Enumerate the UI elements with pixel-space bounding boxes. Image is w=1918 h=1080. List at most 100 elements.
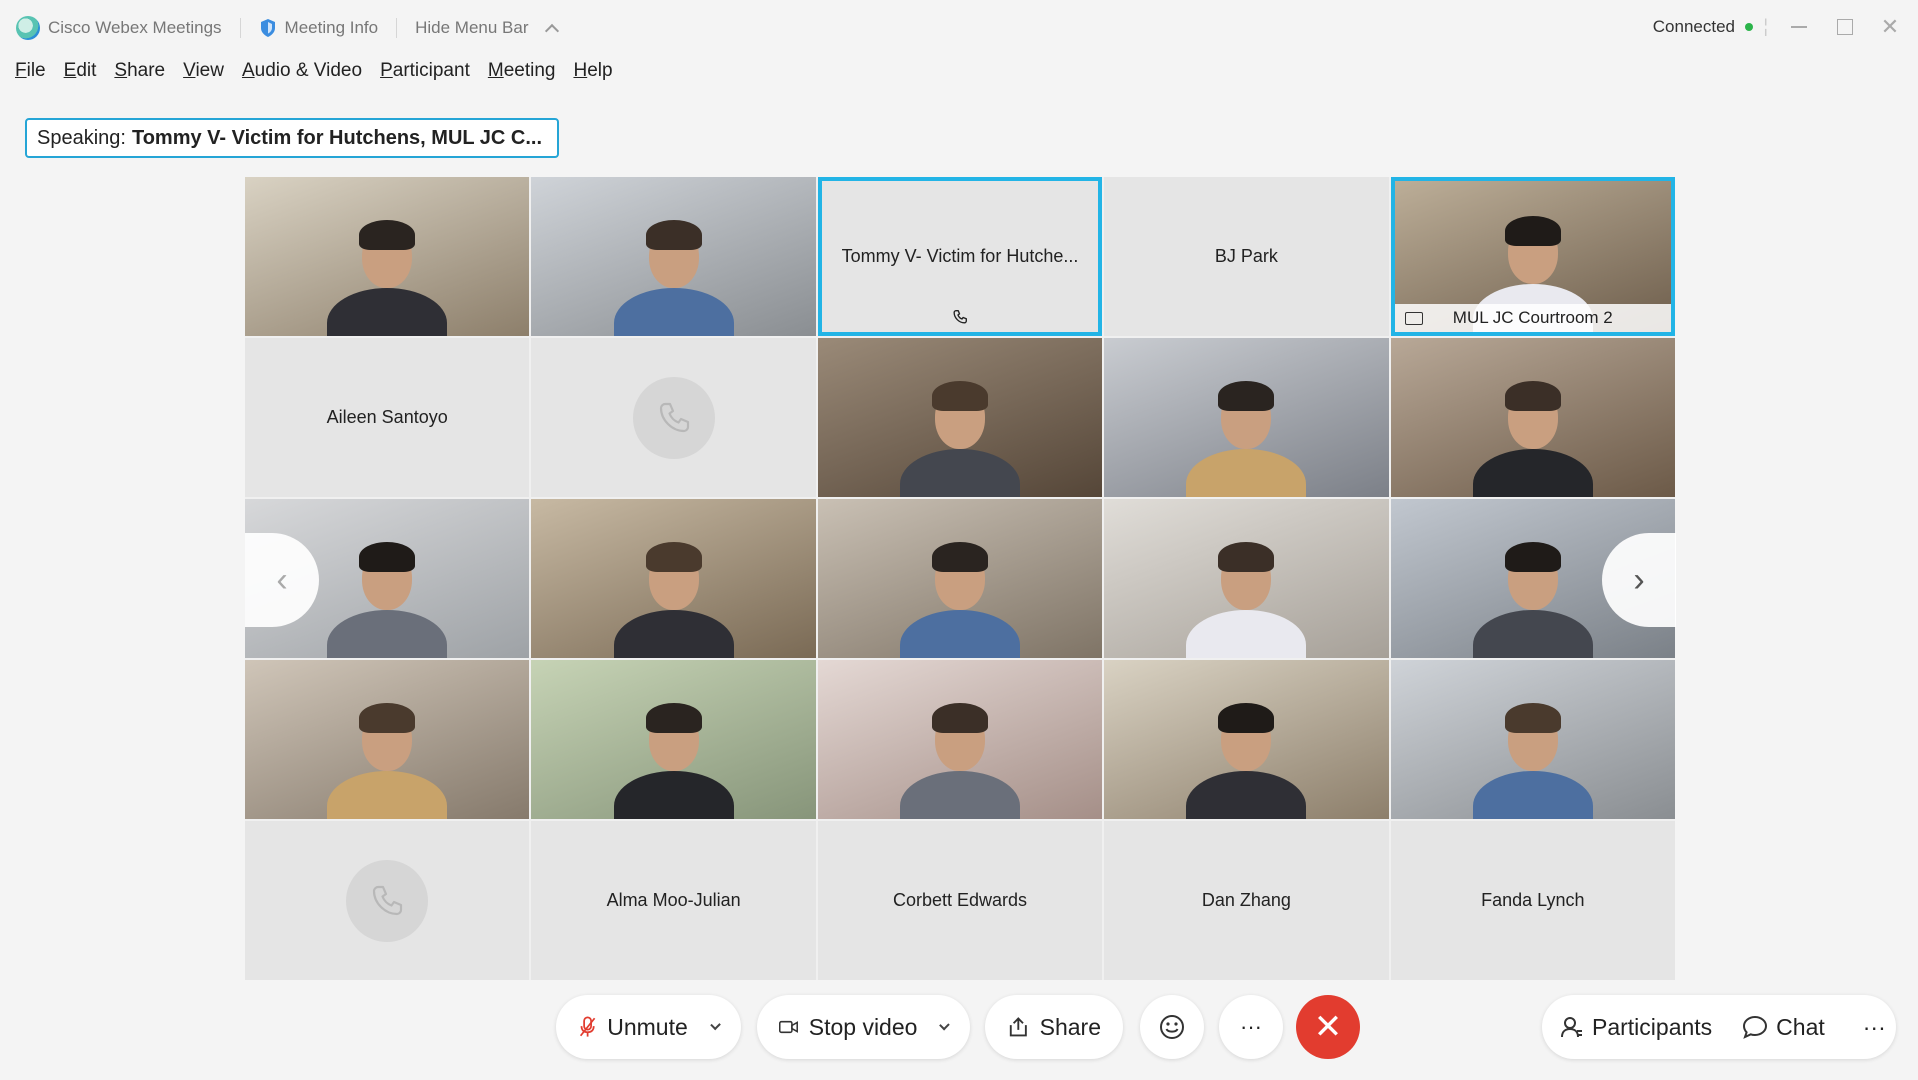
maximize-button[interactable] [1830,12,1860,42]
participant-tile[interactable] [1390,338,1675,497]
participant-name: Alma Moo-Julian [606,890,741,910]
muted-microphone-icon [579,1016,596,1037]
connection-status: Connected [1653,17,1753,37]
participant-tile[interactable]: Tommy V- Victim for Hutche... [817,177,1103,336]
participant-tile[interactable]: Dan Zhang [1104,821,1389,980]
speaking-name: Tommy V- Victim for Hutchens, MUL JC C..… [131,126,543,149]
participant-tile[interactable]: Alma Moo-Julian [531,821,816,980]
participant-video-feed [1186,377,1307,497]
participant-video-feed [613,216,734,336]
participant-tile[interactable] [1390,660,1675,819]
participant-tile[interactable] [245,821,530,980]
close-window-button[interactable]: ✕ [1875,12,1905,42]
menu-meeting[interactable]: Meeting [488,60,556,82]
participant-video-grid: Tommy V- Victim for Hutche... BJ Park MUL … [245,177,1675,980]
connection-status-label: Connected [1652,17,1735,36]
divider-icon: ¦ [1763,16,1768,36]
title-separator [239,18,241,38]
participant-tile[interactable] [245,177,530,336]
participant-tile[interactable] [531,338,816,497]
chat-label: Chat [1776,1013,1825,1040]
monitor-icon [1404,311,1423,325]
app-name: Cisco Webex Meetings [48,18,222,37]
stop-video-label: Stop video [808,1013,918,1040]
participant-name: MUL JC Courtroom 2 [1452,308,1613,327]
participant-video-feed [899,538,1020,658]
participant-tile[interactable]: MUL JC Courtroom 2 [1390,177,1675,336]
participant-name: Aileen Santoyo [326,407,448,427]
participant-tile[interactable]: Corbett Edwards [817,821,1103,980]
more-options-button[interactable]: ··· [1219,995,1283,1059]
chat-button[interactable]: Chat [1742,1014,1825,1041]
title-separator [396,18,398,38]
meeting-info-label: Meeting Info [284,18,379,37]
participant-tile[interactable] [817,338,1103,497]
active-speaker-banner: Speaking: Tommy V- Victim for Hutchens, … [25,118,559,158]
participant-video-feed [327,538,448,658]
menu-edit[interactable]: Edit [64,60,97,82]
participant-tile[interactable]: Fanda Lynch [1390,821,1675,980]
hide-menu-bar-button[interactable]: Hide Menu Bar [415,18,559,39]
right-toolbar: Participants Chat ··· [1542,995,1896,1059]
participant-name: Dan Zhang [1201,890,1291,910]
chevron-down-icon[interactable] [939,1019,950,1031]
title-bar: Cisco Webex Meetings Meeting Info Hide M… [0,0,1918,56]
participant-name-overlay: MUL JC Courtroom 2 [1394,304,1671,332]
menu-help[interactable]: Help [573,60,612,82]
more-panels-button[interactable]: ··· [1863,1014,1886,1041]
participant-video-feed [327,699,448,819]
participant-video-feed [613,538,734,658]
menu-participant[interactable]: Participant [380,60,470,82]
participant-video-feed [1472,377,1593,497]
minimize-button[interactable] [1784,12,1814,42]
phone-icon [953,310,967,324]
reactions-button[interactable] [1140,995,1204,1059]
menu-file[interactable]: File [15,60,46,82]
participant-tile[interactable] [1104,338,1389,497]
stop-video-button[interactable]: Stop video [757,995,970,1059]
menu-share[interactable]: Share [114,60,165,82]
participant-tile[interactable] [1104,499,1389,658]
end-meeting-button[interactable]: ✕ [1296,995,1360,1059]
menu-view[interactable]: View [183,60,224,82]
share-button[interactable]: Share [985,995,1123,1059]
participant-tile[interactable] [1104,660,1389,819]
share-label: Share [1039,1013,1101,1040]
participant-video-feed [1186,538,1307,658]
participant-tile[interactable] [245,660,530,819]
connected-dot-icon [1745,23,1753,31]
participant-video-feed [1472,699,1593,819]
participant-video-feed [899,377,1020,497]
chat-bubble-icon [1743,1015,1768,1039]
menu-audio-video[interactable]: Audio & Video [242,60,362,82]
video-camera-icon [779,1020,798,1034]
chevron-up-icon [544,23,559,39]
participant-tile[interactable]: Aileen Santoyo [245,338,530,497]
webex-logo-icon [16,16,40,40]
participant-video-feed [327,216,448,336]
meeting-info-button[interactable]: Meeting Info [259,18,379,38]
hide-menu-bar-label: Hide Menu Bar [415,18,529,37]
participant-tile[interactable] [531,177,816,336]
participants-button[interactable]: Participants [1560,1014,1712,1041]
participant-name: Fanda Lynch [1481,890,1585,910]
unmute-button[interactable]: Unmute [556,995,741,1059]
speaking-prefix: Speaking: [37,126,126,149]
participant-video-feed [1186,699,1307,819]
shield-icon [260,19,275,37]
participant-tile[interactable] [531,499,816,658]
participant-tile[interactable] [817,499,1103,658]
participant-name: BJ Park [1214,246,1278,266]
participants-label: Participants [1592,1013,1713,1040]
participant-name: Tommy V- Victim for Hutche... [841,246,1079,266]
unmute-label: Unmute [607,1013,688,1040]
participant-video-feed [613,699,734,819]
chevron-down-icon[interactable] [709,1019,721,1031]
emoji-smile-icon [1160,1015,1184,1039]
phone-icon [346,859,429,942]
participant-name: Corbett Edwards [892,890,1028,910]
participant-tile[interactable] [817,660,1103,819]
participant-tile[interactable] [531,660,816,819]
share-icon [1009,1017,1027,1037]
participant-tile[interactable]: BJ Park [1104,177,1389,336]
